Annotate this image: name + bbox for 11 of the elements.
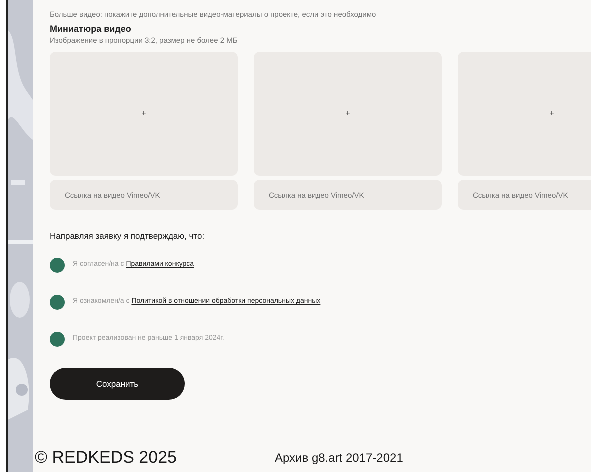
archive-link[interactable]: Архив g8.art 2017-2021	[275, 448, 404, 467]
thumbnail-upload[interactable]: +	[458, 52, 591, 176]
thumbnail-upload[interactable]: +	[254, 52, 442, 176]
save-button[interactable]: Сохранить	[50, 368, 185, 400]
copyright-text: © REDKEDS 2025	[35, 447, 178, 469]
checkbox[interactable]	[50, 295, 65, 310]
confirm-heading: Направляя заявку я подтверждаю, что:	[50, 230, 206, 242]
section-title: Миниатюра видео	[50, 23, 132, 35]
checkbox[interactable]	[50, 258, 65, 273]
checkbox[interactable]	[50, 332, 65, 347]
thumbnail-upload[interactable]: +	[50, 52, 238, 176]
